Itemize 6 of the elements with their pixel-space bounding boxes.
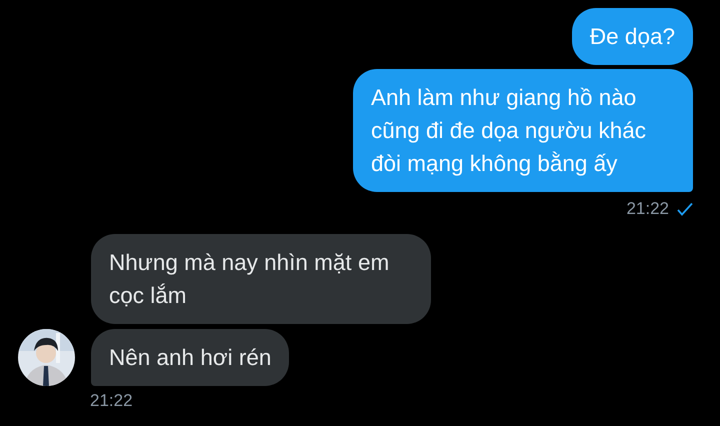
message-bubble: Nên anh hơi rén: [91, 328, 290, 386]
timestamp: 21:22: [626, 198, 669, 220]
message-bubble: Anh làm như giang hồ nào cũng đi đe dọa ngườu khác đòi mạng không bằng ấy: [353, 69, 693, 192]
timestamp: 21:22: [90, 390, 134, 412]
message-bubble: Đe dọa?: [572, 8, 693, 65]
message-bubble: Nhưng mà nay nhìn mặt em cọc lắm: [91, 234, 431, 324]
